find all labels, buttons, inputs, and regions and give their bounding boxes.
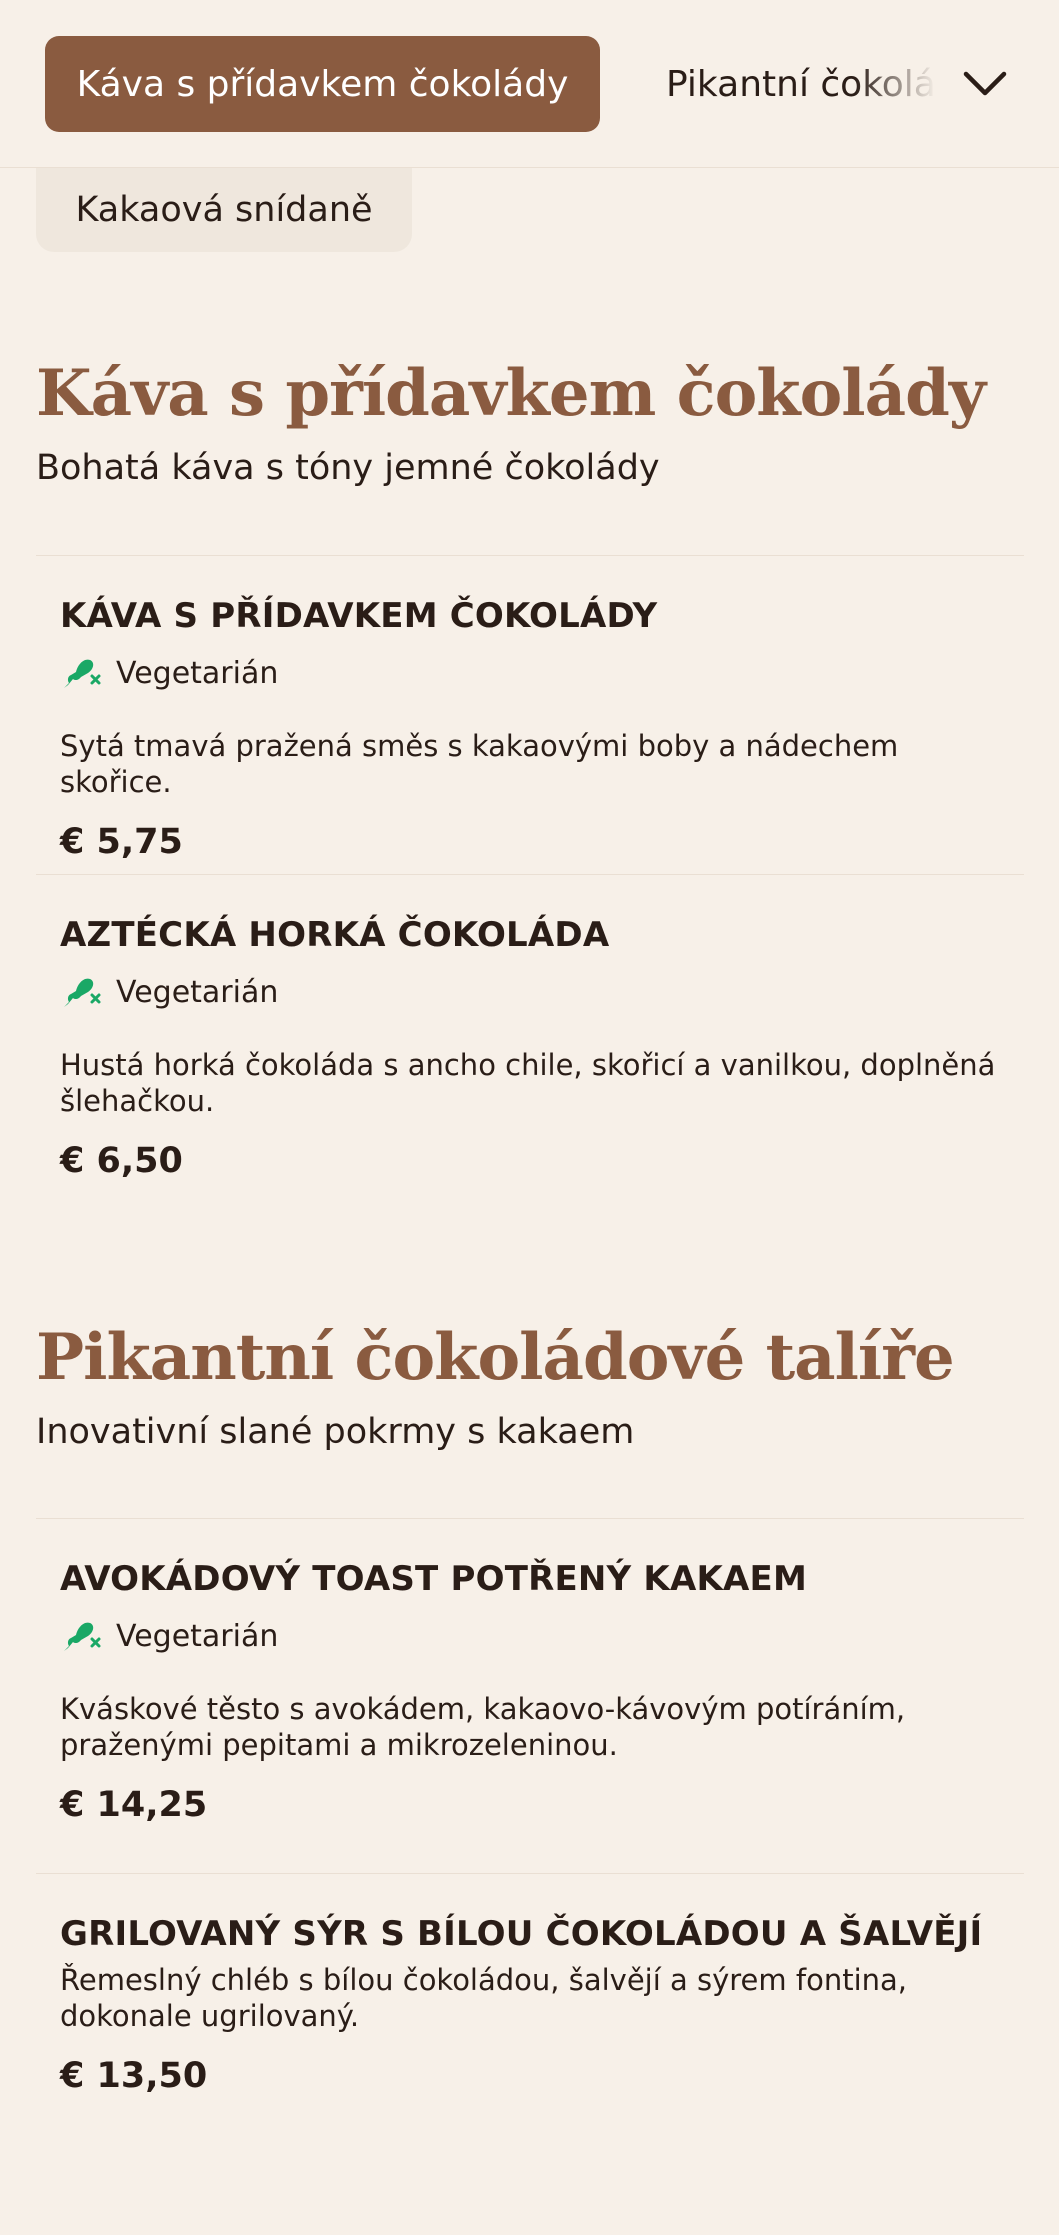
item-price: € 13,50 <box>60 2056 208 2096</box>
tab-pikantni-cokoladove-talire[interactable]: Pikantní čokoládové talíře <box>666 36 936 132</box>
item-name: GRILOVANÝ SÝR S BÍLOU ČOKOLÁDOU A ŠALVĚJ… <box>60 1914 983 1954</box>
item-name: AVOKÁDOVÝ TOAST POTŘENÝ KAKAEM <box>60 1559 807 1599</box>
section-title: Pikantní čokoládové talíře <box>36 1320 955 1395</box>
expand-categories-button[interactable] <box>955 54 1015 114</box>
item-description: Kváskové těsto s avokádem, kakaovo-kávov… <box>60 1692 906 1762</box>
menu-item[interactable]: KÁVA S PŘÍDAVKEM ČOKOLÁDY Vegetarián Syt… <box>36 555 1024 875</box>
item-name: AZTÉCKÁ HORKÁ ČOKOLÁDA <box>60 915 610 955</box>
menu-item[interactable]: AVOKÁDOVÝ TOAST POTŘENÝ KAKAEM Vegetariá… <box>36 1518 1024 1873</box>
badge-label: Vegetarián <box>116 1618 279 1654</box>
badge-label: Vegetarián <box>116 655 279 691</box>
section-description: Inovativní slané pokrmy s kakaem <box>36 1412 635 1452</box>
section-title: Káva s přídavkem čokolády <box>36 356 986 431</box>
drumstick-crossed-icon <box>64 659 101 688</box>
item-price: € 14,25 <box>60 1785 208 1825</box>
vegetarian-badge: Vegetarián <box>60 654 1000 692</box>
tab-kava-s-pridavkem-cokolady[interactable]: Káva s přídavkem čokolády <box>45 36 600 132</box>
menu-section-coffee: Káva s přídavkem čokolády Bohatá káva s … <box>36 356 1024 489</box>
vegetarian-badge: Vegetarián <box>60 1617 1000 1655</box>
item-description: Řemeslný chléb s bílou čokoládou, šalvěj… <box>60 1963 907 2033</box>
menu-item[interactable]: GRILOVANÝ SÝR S BÍLOU ČOKOLÁDOU A ŠALVĚJ… <box>36 1873 1024 2133</box>
badge-label: Vegetarián <box>116 974 279 1010</box>
tab-kakaova-snidane[interactable]: Kakaová snídaně <box>36 168 412 252</box>
section-description: Bohatá káva s tóny jemné čokolády <box>36 448 660 488</box>
vegetarian-badge: Vegetarián <box>60 973 1000 1011</box>
menu-item[interactable]: AZTÉCKÁ HORKÁ ČOKOLÁDA Vegetarián Hustá … <box>36 874 1024 1214</box>
item-price: € 6,50 <box>60 1141 183 1181</box>
chevron-down-icon <box>963 71 1007 96</box>
drumstick-crossed-icon <box>64 1622 101 1651</box>
item-price: € 5,75 <box>60 822 183 862</box>
item-description: Sytá tmavá pražená směs s kakaovými boby… <box>60 729 899 799</box>
item-description: Hustá horká čokoláda s ancho chile, skoř… <box>60 1048 996 1118</box>
menu-section-savory: Pikantní čokoládové talíře Inovativní sl… <box>36 1320 1024 1453</box>
item-name: KÁVA S PŘÍDAVKEM ČOKOLÁDY <box>60 596 658 636</box>
tab-label: Káva s přídavkem čokolády <box>76 63 569 105</box>
tab-label: Pikantní čokoládové talíře <box>666 63 936 105</box>
drumstick-crossed-icon <box>64 978 101 1007</box>
tab-label: Kakaová snídaně <box>75 190 373 230</box>
category-nav: Káva s přídavkem čokolády Pikantní čokol… <box>0 0 1059 168</box>
